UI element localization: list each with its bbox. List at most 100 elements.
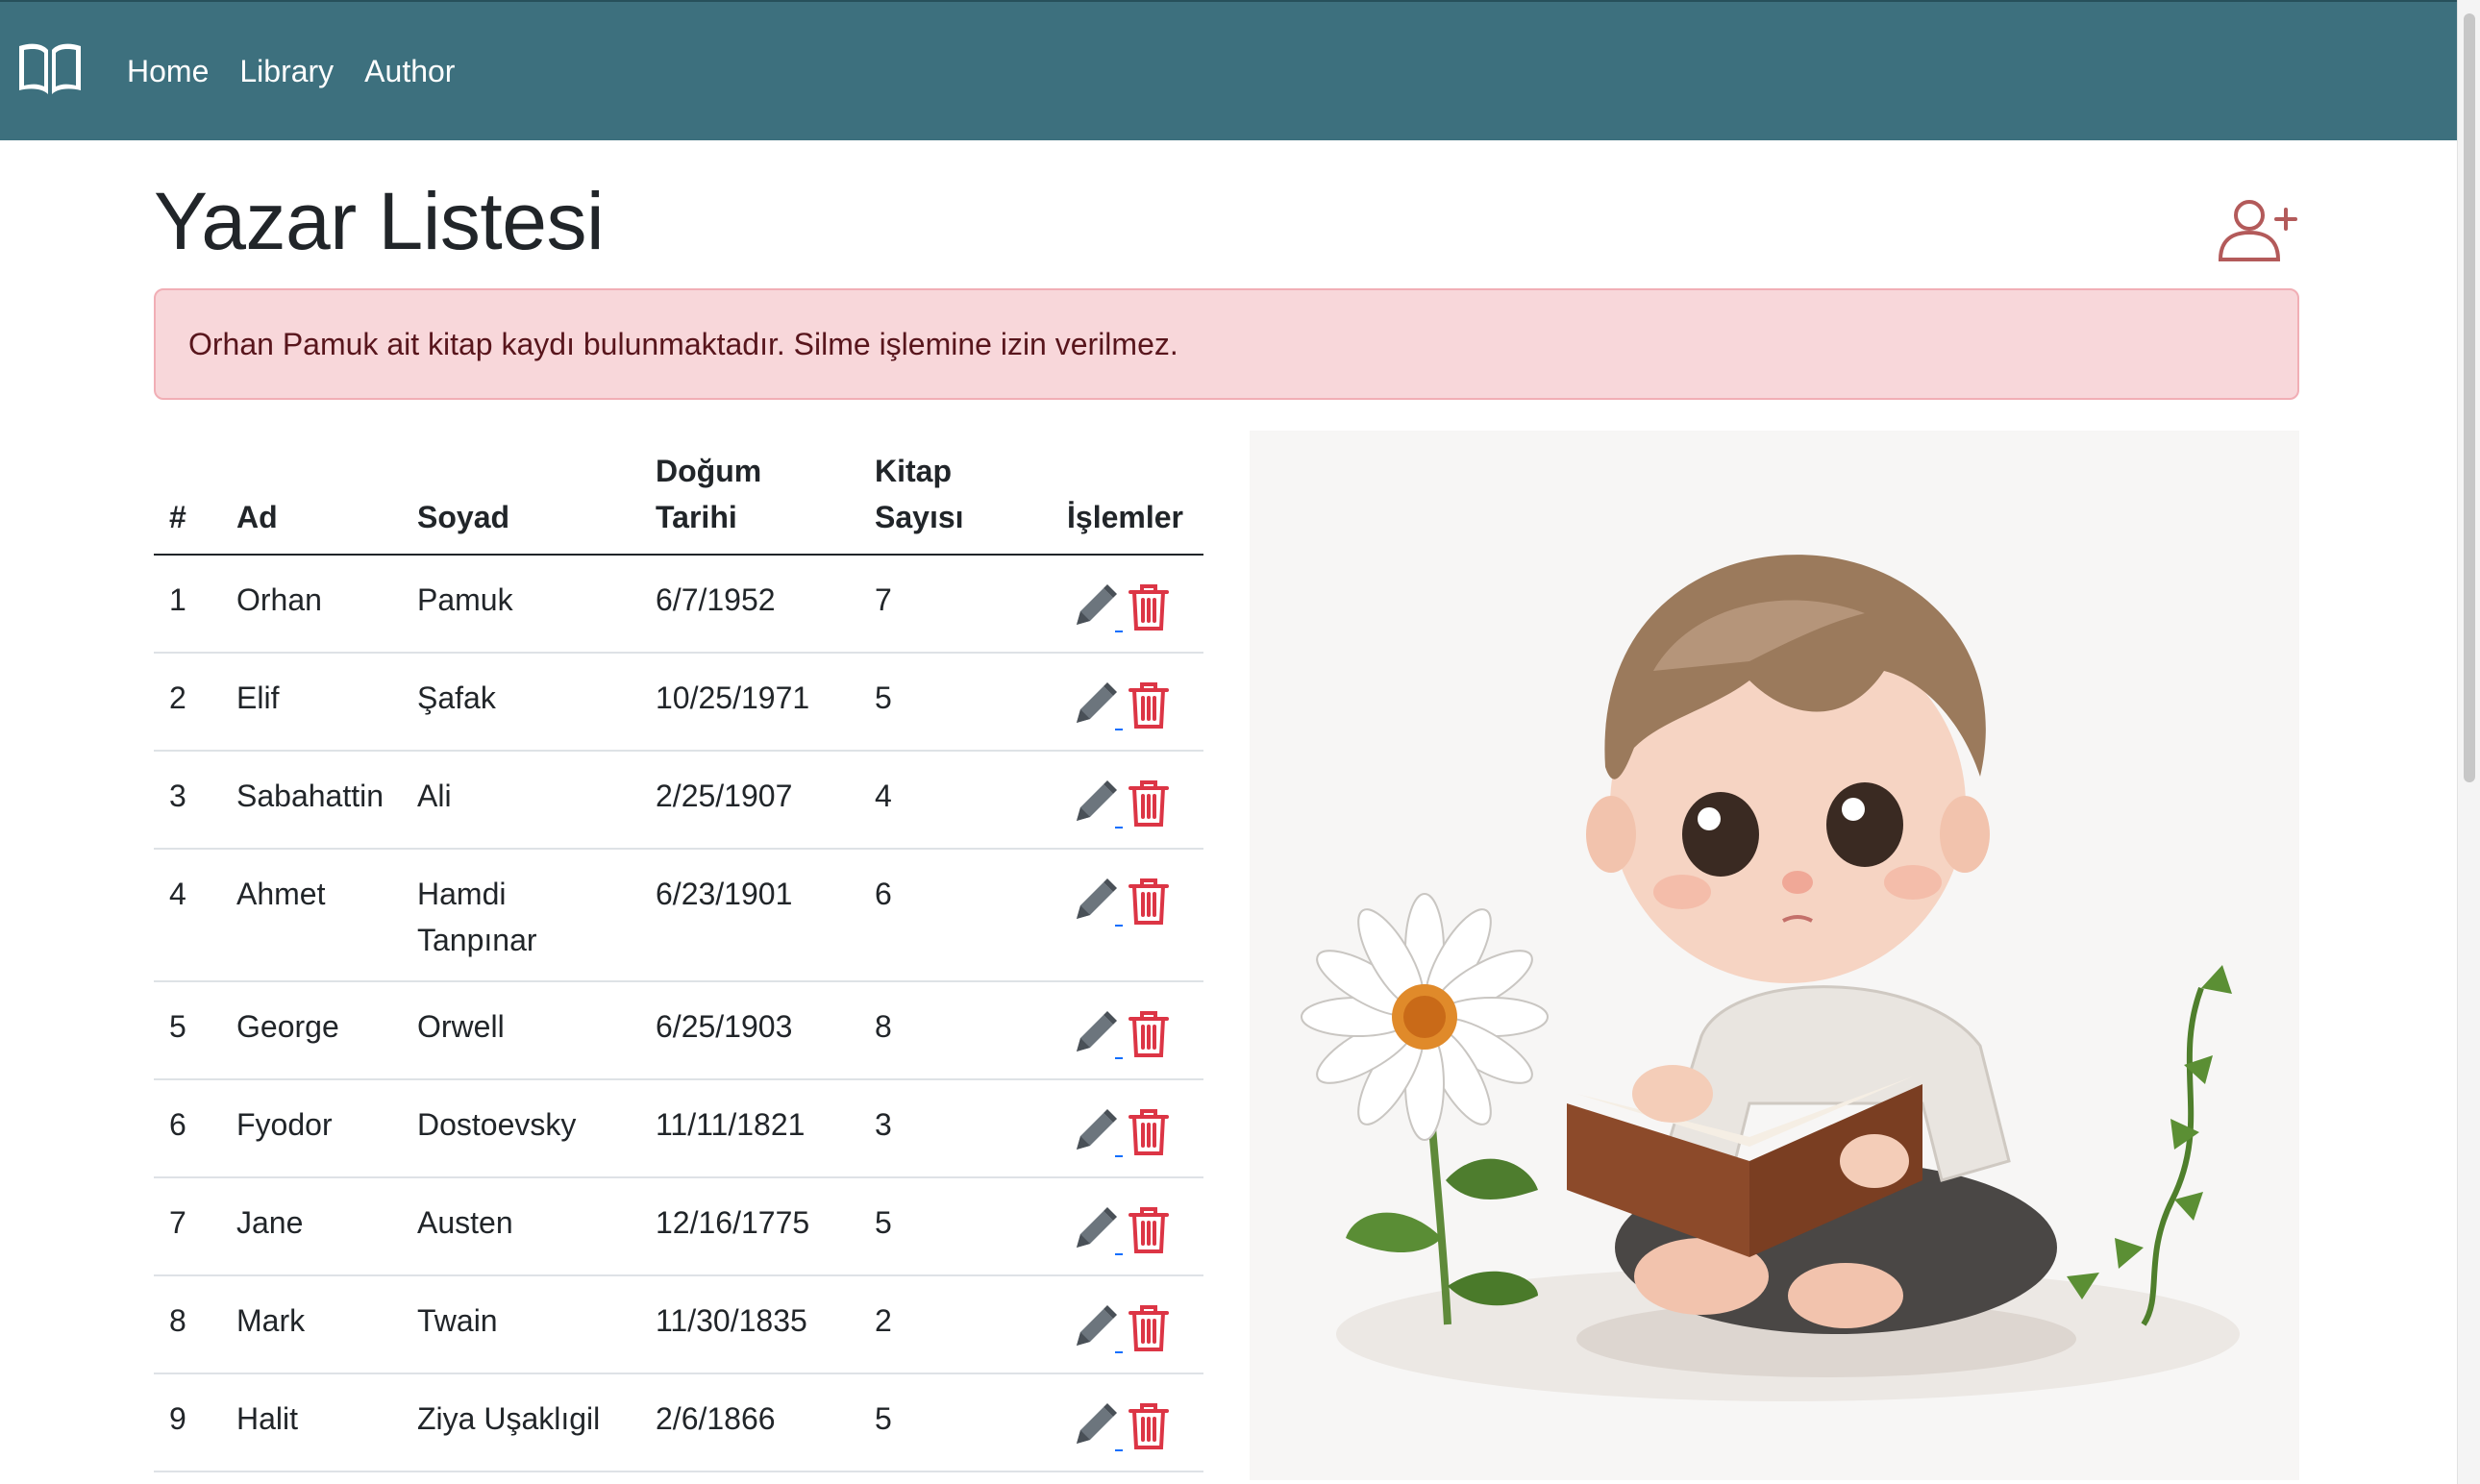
row-actions — [1067, 1003, 1188, 1061]
row-actions — [1067, 871, 1188, 928]
pencil-icon[interactable] — [1067, 1007, 1123, 1061]
pencil-icon[interactable] — [1067, 1105, 1123, 1159]
row-actions — [1067, 1298, 1188, 1355]
cell-kitap-sayisi: 4 — [859, 751, 1052, 850]
cell-islemler — [1052, 555, 1203, 654]
cell-dogum-tarihi: 10/25/1971 — [640, 653, 859, 752]
cell-ad: Elif — [221, 653, 402, 752]
cell-number: 7 — [154, 1177, 221, 1276]
cell-islemler — [1052, 981, 1203, 1080]
vertical-scrollbar[interactable] — [2457, 0, 2480, 1484]
page-title: Yazar Listesi — [154, 176, 605, 266]
row-actions — [1067, 1200, 1188, 1257]
cell-soyad: Orwell — [402, 981, 640, 1080]
cell-islemler — [1052, 653, 1203, 752]
cell-kitap-sayisi: 7 — [859, 555, 1052, 654]
pencil-icon[interactable] — [1067, 1399, 1123, 1453]
row-actions — [1067, 773, 1188, 830]
table-row: 2 Elif Şafak 10/25/1971 5 — [154, 653, 1203, 752]
cell-ad: Mark — [221, 1275, 402, 1374]
cell-dogum-tarihi: 12/16/1775 — [640, 1177, 859, 1276]
nav-link-library[interactable]: Library — [239, 50, 334, 92]
cell-kitap-sayisi: 5 — [859, 1373, 1052, 1472]
pencil-icon[interactable] — [1067, 581, 1123, 634]
cell-kitap-sayisi: 5 — [859, 653, 1052, 752]
cell-number: 2 — [154, 653, 221, 752]
trash-icon[interactable] — [1125, 1105, 1173, 1159]
cell-ad: Sabahattin — [221, 751, 402, 850]
col-header-dogum-line1: Doğum — [656, 454, 762, 488]
alert-message: Orhan Pamuk ait kitap kaydı bulunmaktadı… — [188, 327, 1178, 361]
cell-ad: Halit — [221, 1373, 402, 1472]
cell-ad: Orhan — [221, 555, 402, 654]
cell-soyad: Pamuk — [402, 555, 640, 654]
cell-dogum-tarihi: 6/7/1952 — [640, 555, 859, 654]
pencil-icon[interactable] — [1067, 1301, 1123, 1355]
open-book-icon[interactable] — [17, 40, 83, 98]
col-header-soyad: Soyad — [402, 434, 640, 556]
cell-islemler — [1052, 1079, 1203, 1178]
table-row: 6 Fyodor Dostoevsky 11/11/1821 3 — [154, 1079, 1203, 1178]
cell-ad: George — [221, 981, 402, 1080]
cell-dogum-tarihi: 2/25/1907 — [640, 751, 859, 850]
row-actions — [1067, 675, 1188, 732]
trash-icon[interactable] — [1125, 1399, 1173, 1453]
nav-link-author[interactable]: Author — [364, 50, 455, 92]
cell-kitap-sayisi: 6 — [859, 849, 1052, 982]
cell-soyad: Ziya Uşaklıgil — [402, 1373, 640, 1472]
child-reading-image — [1301, 555, 2240, 1401]
cell-kitap-sayisi: 8 — [859, 981, 1052, 1080]
pencil-icon[interactable] — [1067, 777, 1123, 830]
col-header-dogum-line2: Tarihi — [656, 500, 737, 534]
table-row: 5 George Orwell 6/25/1903 8 — [154, 981, 1203, 1080]
cell-islemler — [1052, 751, 1203, 850]
cell-number: 1 — [154, 555, 221, 654]
cell-dogum-tarihi: 6/23/1901 — [640, 849, 859, 982]
trash-icon[interactable] — [1125, 875, 1173, 928]
cell-number: 3 — [154, 751, 221, 850]
cell-soyad: Dostoevsky — [402, 1079, 640, 1178]
cell-islemler — [1052, 1177, 1203, 1276]
child-reading-illustration — [1250, 431, 2299, 1480]
cell-number: 4 — [154, 849, 221, 982]
cell-islemler — [1052, 1275, 1203, 1374]
add-user-icon[interactable] — [2217, 196, 2299, 263]
row-actions — [1067, 1101, 1188, 1159]
nav-link-home[interactable]: Home — [127, 50, 209, 92]
cell-ad: Ahmet — [221, 849, 402, 982]
trash-icon[interactable] — [1125, 679, 1173, 732]
error-alert: Orhan Pamuk ait kitap kaydı bulunmaktadı… — [154, 288, 2299, 400]
top-navbar: Home Library Author — [0, 0, 2457, 140]
trash-icon[interactable] — [1125, 1301, 1173, 1355]
author-table-wrapper: # Ad Soyad Doğum Tarihi Kitap Sayısı İşlem… — [154, 434, 1203, 1472]
table-row: 4 Ahmet Hamdi Tanpınar 6/23/1901 6 — [154, 849, 1203, 982]
table-row: 7 Jane Austen 12/16/1775 5 — [154, 1177, 1203, 1276]
trash-icon[interactable] — [1125, 581, 1173, 634]
trash-icon[interactable] — [1125, 777, 1173, 830]
row-actions — [1067, 577, 1188, 634]
pencil-icon[interactable] — [1067, 679, 1123, 732]
pencil-icon[interactable] — [1067, 875, 1123, 928]
cell-islemler — [1052, 849, 1203, 982]
cell-soyad: Twain — [402, 1275, 640, 1374]
table-row: 8 Mark Twain 11/30/1835 2 — [154, 1275, 1203, 1374]
trash-icon[interactable] — [1125, 1007, 1173, 1061]
trash-icon[interactable] — [1125, 1203, 1173, 1257]
cell-soyad: Ali — [402, 751, 640, 850]
cell-ad: Fyodor — [221, 1079, 402, 1178]
pencil-icon[interactable] — [1067, 1203, 1123, 1257]
col-header-kitap-line2: Sayısı — [875, 500, 964, 534]
table-body: 1 Orhan Pamuk 6/7/1952 7 2 Elif Şafak 10/25/1971… — [154, 555, 1203, 1472]
col-header-kitap-line1: Kitap — [875, 454, 952, 488]
scrollbar-thumb[interactable] — [2464, 13, 2475, 782]
row-actions — [1067, 1396, 1188, 1453]
cell-islemler — [1052, 1373, 1203, 1472]
cell-dogum-tarihi: 6/25/1903 — [640, 981, 859, 1080]
cell-kitap-sayisi: 3 — [859, 1079, 1052, 1178]
cell-number: 5 — [154, 981, 221, 1080]
cell-soyad: Şafak — [402, 653, 640, 752]
cell-kitap-sayisi: 2 — [859, 1275, 1052, 1374]
table-header-row: # Ad Soyad Doğum Tarihi Kitap Sayısı İşlem… — [154, 434, 1203, 556]
col-header-islemler: İşlemler — [1052, 434, 1203, 556]
cell-soyad: Hamdi Tanpınar — [402, 849, 640, 982]
